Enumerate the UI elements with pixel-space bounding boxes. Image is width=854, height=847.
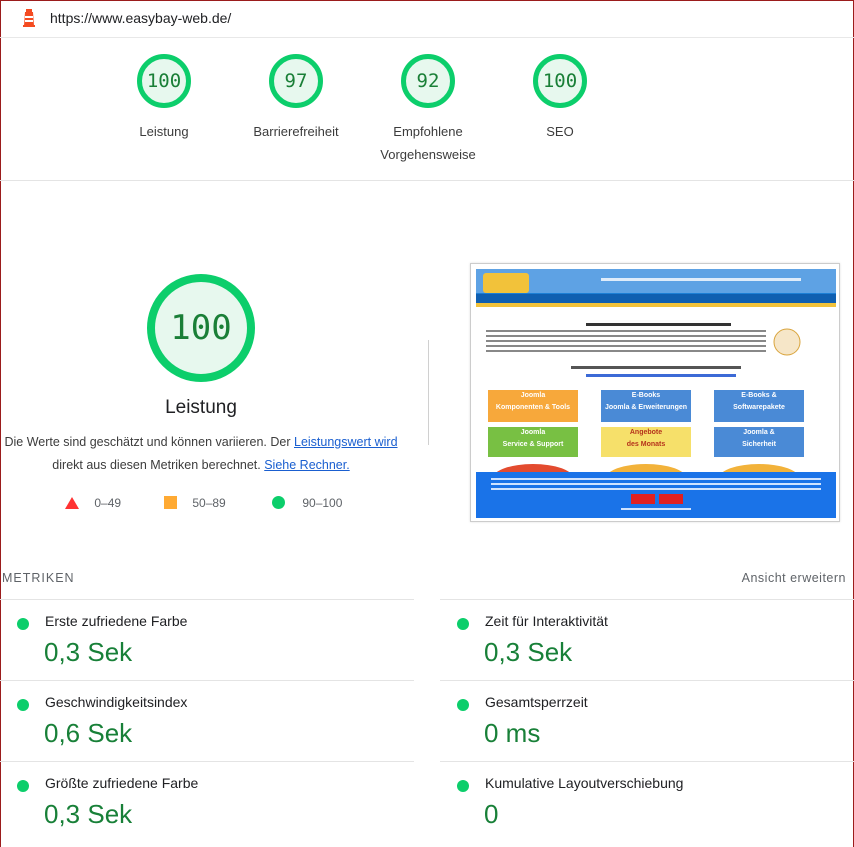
metric-label: Zeit für Interaktivität <box>485 613 608 629</box>
metric-speed-index: Geschwindigkeitsindex 0,6 Sek <box>0 680 414 761</box>
gauge-score: 92 <box>401 54 455 108</box>
green-circle-icon <box>17 618 29 630</box>
gauge-seo[interactable]: 100 SEO <box>495 54 625 143</box>
gauge-score: 97 <box>269 54 323 108</box>
gauge-label: SEO <box>546 124 574 139</box>
gauge-score: 100 <box>137 54 191 108</box>
red-triangle-icon <box>65 497 79 509</box>
gauge-accessibility[interactable]: 97 Barrierefreiheit <box>231 54 361 143</box>
performance-title: Leistung <box>165 397 237 418</box>
gauge-score: 100 <box>533 54 587 108</box>
metric-value: 0,3 Sek <box>44 637 133 667</box>
green-circle-icon <box>17 780 29 792</box>
tile-components: Joomla Komponenten & Tools <box>495 392 571 411</box>
metric-fcp: Erste zufriedene Farbe 0,3 Sek <box>0 599 414 680</box>
metric-cls: Kumulative Layoutverschiebung 0 <box>440 761 854 847</box>
gauge-best-practices[interactable]: 92 Empfohlene Vorgehensweise <box>363 54 493 166</box>
gauge-label: Empfohlene Vorgehensweise <box>380 124 476 162</box>
tile-support: Joomla Service & Support <box>502 429 564 448</box>
metric-label: Erste zufriedene Farbe <box>45 613 188 629</box>
metric-label: Kumulative Layoutverschiebung <box>485 775 684 791</box>
metric-label: Geschwindigkeitsindex <box>45 694 188 710</box>
lighthouse-icon <box>23 9 35 27</box>
tile-offers: Angebote des Monats <box>626 429 666 448</box>
category-gauges: 100 Leistung 97 Barrierefreiheit 92 Empf… <box>0 38 854 181</box>
green-circle-icon <box>457 699 469 711</box>
tile-ebooks: E-Books Joomla & Erweiterungen <box>604 392 688 411</box>
legend-pass: 90–100 <box>272 496 342 510</box>
tile-security: Joomla & Sicherheit <box>742 429 776 448</box>
metric-value: 0,6 Sek <box>44 718 133 748</box>
final-screenshot[interactable]: Joomla Komponenten & Tools E-Books Joomla … <box>470 263 840 522</box>
green-circle-icon <box>457 780 469 792</box>
expand-view-toggle[interactable]: Ansicht erweitern <box>742 571 846 585</box>
gauge-performance[interactable]: 100 Leistung <box>99 54 229 143</box>
url-bar: https://www.easybay-web.de/ <box>0 0 854 38</box>
metric-value: 0,3 Sek <box>484 637 573 667</box>
metric-label: Größte zufriedene Farbe <box>45 775 199 791</box>
green-circle-icon <box>17 699 29 711</box>
calculator-link[interactable]: Siehe Rechner. <box>264 458 349 472</box>
orange-square-icon <box>164 496 177 509</box>
tile-software: E-Books & Softwarepakete <box>733 392 785 411</box>
report-url[interactable]: https://www.easybay-web.de/ <box>50 10 231 26</box>
performance-description: Die Werte sind geschätzt und können vari… <box>4 435 398 472</box>
metrics-heading: METRIKEN <box>2 571 75 585</box>
green-circle-icon <box>457 618 469 630</box>
metric-tbt: Gesamtsperrzeit 0 ms <box>440 680 854 761</box>
metric-tti: Zeit für Interaktivität 0,3 Sek <box>440 599 854 680</box>
metric-label: Gesamtsperrzeit <box>485 694 588 710</box>
performance-score-gauge: 100 <box>147 274 255 382</box>
metric-value: 0 ms <box>484 718 541 748</box>
score-link[interactable]: Leistungswert wird <box>294 435 398 449</box>
divider <box>428 340 429 445</box>
metric-value: 0,3 Sek <box>44 799 133 829</box>
gauge-label: Barrierefreiheit <box>253 124 339 139</box>
metric-lcp: Größte zufriedene Farbe 0,3 Sek <box>0 761 414 847</box>
legend-fail: 0–49 <box>65 496 121 510</box>
metric-value: 0 <box>484 799 499 829</box>
legend-average: 50–89 <box>164 496 226 510</box>
gauge-label: Leistung <box>139 124 189 139</box>
green-circle-icon <box>272 496 285 509</box>
